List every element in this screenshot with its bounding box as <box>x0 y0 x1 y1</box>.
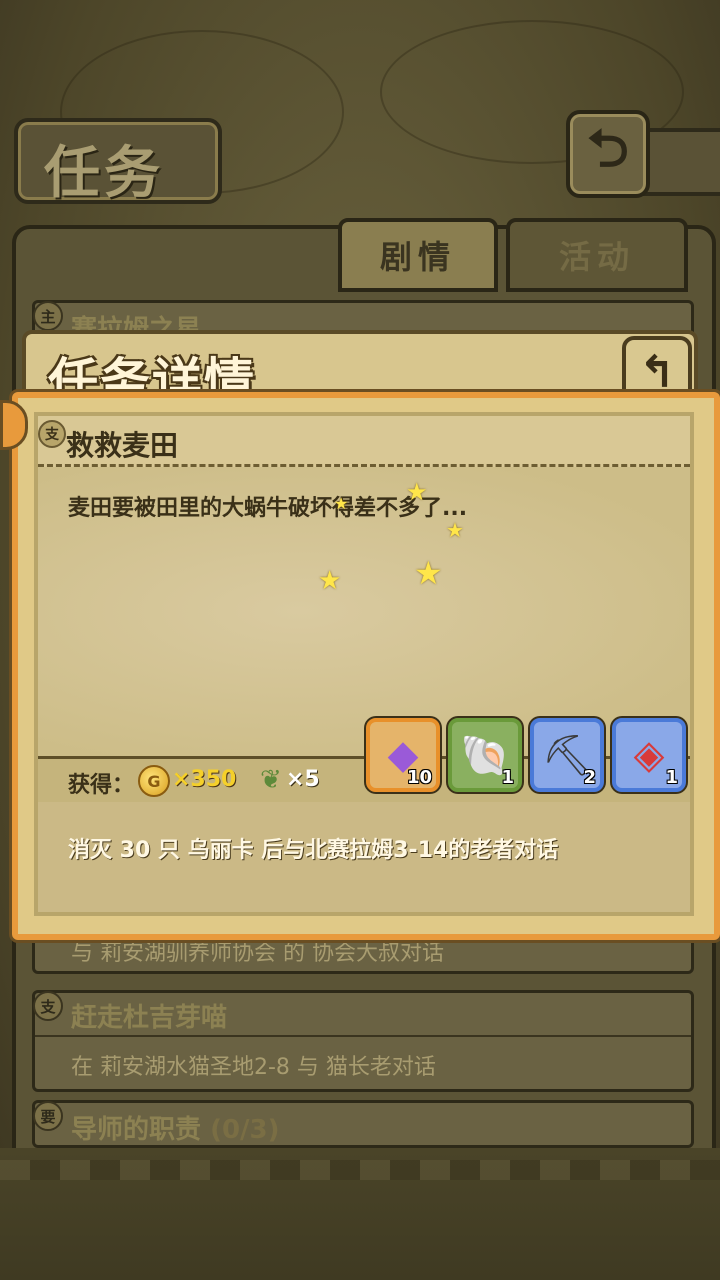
tab-event[interactable]: 活动 <box>506 218 688 292</box>
reward-item-slot[interactable]: ◈ 1 <box>612 718 686 792</box>
item-count: 1 <box>501 767 514 788</box>
page-title-text: 任务 <box>44 141 164 206</box>
list-item-title: 赶走杜吉芽喵 <box>71 1003 228 1033</box>
tab-story-label: 剧情 <box>379 238 456 276</box>
quest-detail-content: 支 救救麦田 麦田要被田里的大蜗牛破坏得差不多了... ★ ★ ★ ★ ★ 获得… <box>34 412 694 916</box>
quest-progress: (0/3) <box>210 1115 280 1145</box>
side-arrow-icon[interactable] <box>0 400 28 450</box>
list-item-title-text: 导师的职责 <box>71 1115 202 1145</box>
back-arrow-icon: ↰ <box>638 346 676 398</box>
back-arrow-icon: ⮌ <box>587 118 629 179</box>
item-count: 10 <box>406 767 432 788</box>
important-quest-badge: 要 <box>33 1101 63 1131</box>
feather-icon: ❦ <box>260 765 282 795</box>
header-band <box>640 128 720 196</box>
reward-item-slot[interactable]: ⛏ 2 <box>530 718 604 792</box>
list-item-title: 导师的职责 (0/3) <box>71 1109 280 1146</box>
tab-event-label: 活动 <box>558 238 635 276</box>
list-item[interactable]: 要 导师的职责 (0/3) <box>32 1100 694 1148</box>
gold-coin-icon: G <box>138 765 170 797</box>
bottom-edge-decoration <box>0 1160 720 1180</box>
star-icon: ★ <box>318 566 342 596</box>
side-quest-badge: 支 <box>38 420 66 448</box>
item-count: 1 <box>665 767 678 788</box>
coin-amount: ×350 <box>172 767 237 792</box>
quest-name: 救救麦田 <box>66 429 179 462</box>
quest-header: 支 救救麦田 <box>38 416 690 467</box>
page-title: 任务 <box>14 118 222 206</box>
divider <box>35 1035 691 1037</box>
main-quest-badge: 主 <box>33 301 63 331</box>
quest-objective: 消灭 30 只 乌丽卡 后与北赛拉姆3-14的老者对话 <box>68 838 559 863</box>
reward-item-slot[interactable]: ◆ 10 <box>366 718 440 792</box>
side-quest-badge: 支 <box>33 991 63 1021</box>
reward-label: 获得： <box>68 773 135 798</box>
quest-detail-modal: 支 救救麦田 麦田要被田里的大蜗牛破坏得差不多了... ★ ★ ★ ★ ★ 获得… <box>0 392 720 940</box>
feather-amount: ×5 <box>286 767 320 792</box>
star-icon: ★ <box>446 518 464 542</box>
item-count: 2 <box>583 767 596 788</box>
list-item-desc: 在 莉安湖水猫圣地2-8 与 猫长老对话 <box>71 1055 436 1080</box>
list-item[interactable]: 支 赶走杜吉芽喵 在 莉安湖水猫圣地2-8 与 猫长老对话 <box>32 990 694 1092</box>
star-icon: ★ <box>414 554 443 592</box>
star-icon: ★ <box>406 478 428 506</box>
back-button[interactable]: ⮌ <box>566 110 650 198</box>
reward-item-slot[interactable]: 🐚 1 <box>448 718 522 792</box>
star-icon: ★ <box>334 494 349 513</box>
tab-story[interactable]: 剧情 <box>338 218 498 292</box>
